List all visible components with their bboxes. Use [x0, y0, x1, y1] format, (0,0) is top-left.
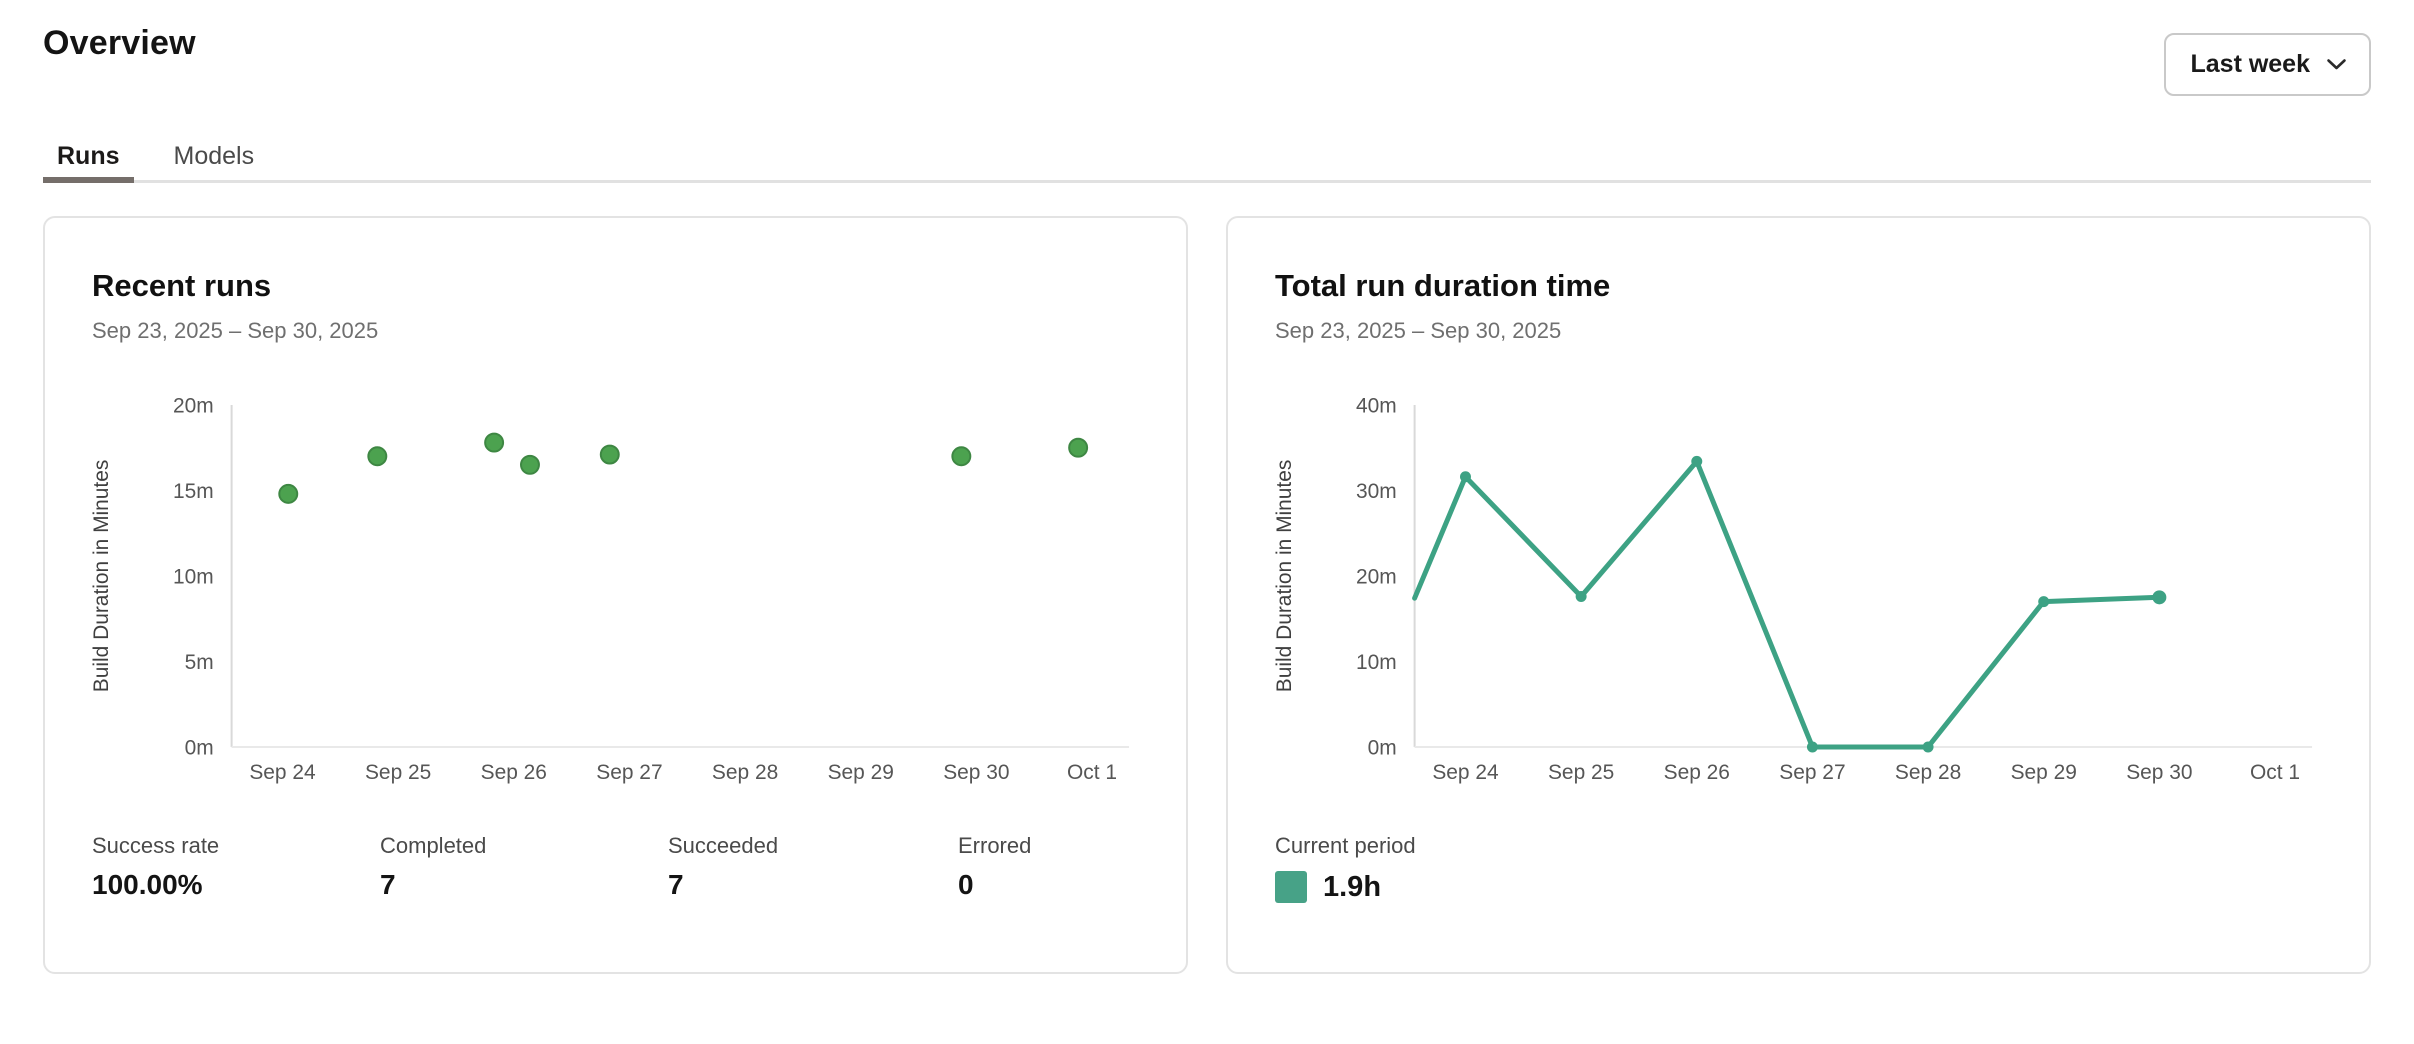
stat-completed: Completed 7	[380, 833, 668, 901]
stat-succeeded: Succeeded 7	[668, 833, 958, 901]
svg-text:5m: 5m	[185, 651, 214, 674]
svg-text:Sep 25: Sep 25	[1548, 761, 1614, 784]
svg-text:30m: 30m	[1356, 480, 1397, 503]
page-title: Overview	[43, 24, 196, 63]
legend-row: 1.9h	[1275, 871, 2322, 904]
total-run-duration-card: Total run duration time Sep 23, 2025 – S…	[1226, 216, 2371, 974]
svg-text:Build Duration in Minutes: Build Duration in Minutes	[92, 460, 113, 693]
stat-label: Success rate	[92, 833, 380, 859]
period-selector-button[interactable]: Last week	[2164, 33, 2371, 96]
cards-row: Recent runs Sep 23, 2025 – Sep 30, 2025 …	[43, 216, 2371, 974]
run-stats-row: Success rate 100.00% Completed 7 Succeed…	[92, 833, 1139, 901]
svg-text:20m: 20m	[1356, 565, 1397, 588]
period-selector-label: Last week	[2190, 50, 2310, 79]
svg-text:Oct 1: Oct 1	[2250, 761, 2300, 784]
stat-success-rate: Success rate 100.00%	[92, 833, 380, 901]
tab-models[interactable]: Models	[160, 131, 269, 180]
stat-label: Succeeded	[668, 833, 958, 859]
svg-text:10m: 10m	[173, 565, 214, 588]
stat-value: 7	[668, 869, 958, 901]
tab-runs[interactable]: Runs	[43, 131, 134, 180]
legend-value: 1.9h	[1323, 871, 1381, 904]
svg-text:Sep 28: Sep 28	[712, 761, 778, 784]
stat-errored: Errored 0	[958, 833, 1139, 901]
card-title: Total run duration time	[1275, 268, 2322, 304]
svg-text:0m: 0m	[185, 736, 214, 759]
recent-runs-card: Recent runs Sep 23, 2025 – Sep 30, 2025 …	[43, 216, 1188, 974]
svg-text:Sep 28: Sep 28	[1895, 761, 1961, 784]
svg-text:Sep 26: Sep 26	[481, 761, 547, 784]
stat-value: 100.00%	[92, 869, 380, 901]
svg-text:10m: 10m	[1356, 651, 1397, 674]
svg-text:Sep 29: Sep 29	[828, 761, 894, 784]
svg-text:Sep 27: Sep 27	[596, 761, 662, 784]
stat-value: 0	[958, 869, 1139, 901]
svg-text:20m: 20m	[173, 394, 214, 417]
legend-label: Current period	[1275, 833, 2322, 859]
overview-page: Overview Last week Runs Models Recent ru…	[0, 0, 2414, 1044]
legend-swatch	[1275, 871, 1307, 903]
svg-text:Sep 26: Sep 26	[1664, 761, 1730, 784]
svg-text:40m: 40m	[1356, 394, 1397, 417]
recent-runs-scatter-chart[interactable]: 0m 5m 10m 15m 20m Sep 24 Sep 25 Sep 26 Sep 27 Sep…	[92, 388, 1139, 807]
svg-text:Oct 1: Oct 1	[1067, 761, 1117, 784]
svg-text:Sep 25: Sep 25	[365, 761, 431, 784]
card-title: Recent runs	[92, 268, 1139, 304]
stat-label: Completed	[380, 833, 668, 859]
card-date-range: Sep 23, 2025 – Sep 30, 2025	[1275, 318, 2322, 344]
stat-label: Errored	[958, 833, 1139, 859]
svg-text:Build Duration in Minutes: Build Duration in Minutes	[1275, 460, 1296, 693]
stat-value: 7	[380, 869, 668, 901]
svg-text:Sep 29: Sep 29	[2011, 761, 2077, 784]
svg-text:15m: 15m	[173, 480, 214, 503]
svg-text:Sep 30: Sep 30	[943, 761, 1009, 784]
svg-text:0m: 0m	[1368, 736, 1397, 759]
card-date-range: Sep 23, 2025 – Sep 30, 2025	[92, 318, 1139, 344]
svg-text:Sep 30: Sep 30	[2126, 761, 2192, 784]
chevron-down-icon	[2326, 58, 2347, 71]
tab-bar: Runs Models	[43, 131, 2371, 183]
svg-text:Sep 24: Sep 24	[249, 761, 316, 784]
svg-text:Sep 24: Sep 24	[1432, 761, 1499, 784]
svg-text:Sep 27: Sep 27	[1779, 761, 1845, 784]
total-duration-line-chart[interactable]: 0m 10m 20m 30m 40m Sep 24 Sep 25 Sep 26 Sep 27 Se…	[1275, 388, 2322, 807]
